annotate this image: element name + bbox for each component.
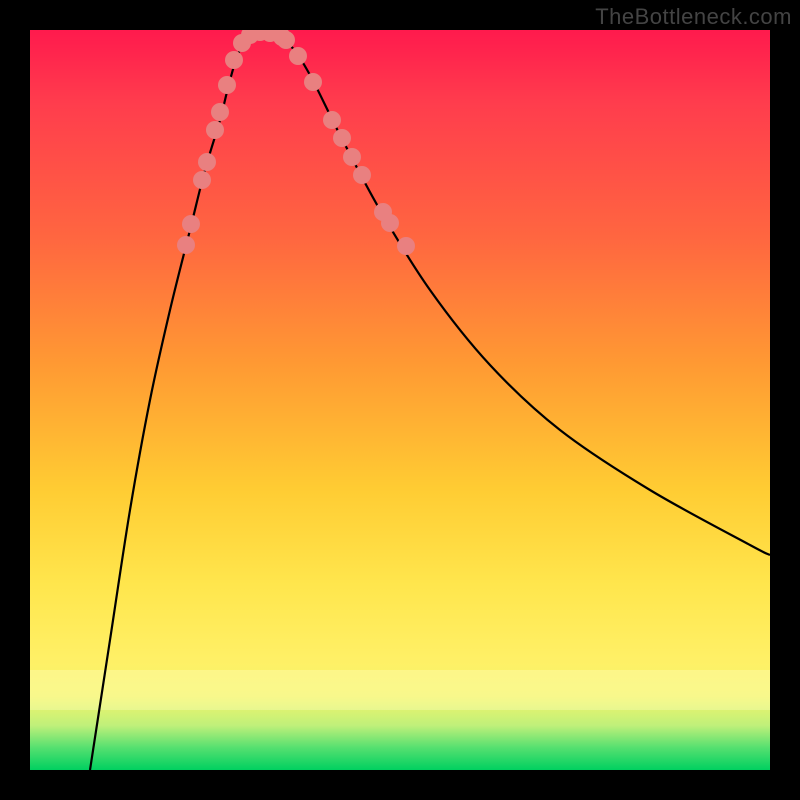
marker-dot [206,121,224,139]
marker-dot [397,237,415,255]
marker-dot [381,214,399,232]
marker-dot [198,153,216,171]
marker-dot [177,236,195,254]
bottleneck-curve [90,31,770,770]
marker-dot [323,111,341,129]
marker-dot [304,73,322,91]
plot-area [30,30,770,770]
chart-frame: TheBottleneck.com [0,0,800,800]
marker-dot [225,51,243,69]
curve-svg [30,30,770,770]
watermark-text: TheBottleneck.com [595,4,792,30]
marker-dot [289,47,307,65]
marker-dot [343,148,361,166]
marker-dot [333,129,351,147]
marker-dot [193,171,211,189]
marker-dot [211,103,229,121]
marker-dot [353,166,371,184]
curve-path-group [90,31,770,770]
marker-dot [218,76,236,94]
marker-dot [182,215,200,233]
marker-dot [277,31,295,49]
